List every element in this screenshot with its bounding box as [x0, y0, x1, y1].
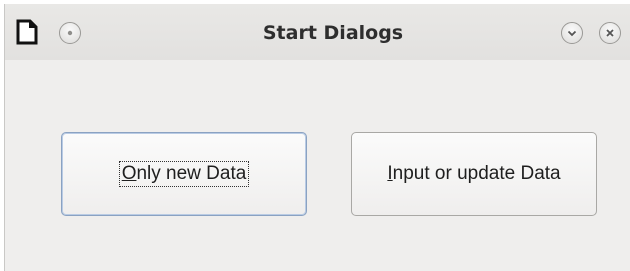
- only-new-data-label: Only new Data: [118, 161, 250, 187]
- input-or-update-data-button[interactable]: Input or update Data: [351, 132, 597, 216]
- window-title: Start Dialogs: [262, 22, 404, 44]
- dialog-content: Only new Data Input or update Data: [5, 60, 630, 271]
- titlebar[interactable]: Start Dialogs: [5, 4, 630, 60]
- only-new-data-mnemonic: O: [121, 163, 137, 184]
- only-new-data-text: nly new Data: [136, 163, 247, 184]
- minimize-button[interactable]: [561, 22, 583, 44]
- close-icon: [606, 29, 614, 37]
- only-new-data-button[interactable]: Only new Data: [61, 132, 307, 216]
- input-or-update-data-text: nput or update Data: [392, 163, 561, 184]
- chevron-down-icon: [567, 30, 577, 37]
- close-button[interactable]: [599, 22, 621, 44]
- dialog-window: Start Dialogs Only new Data Input or upd…: [4, 4, 630, 271]
- input-or-update-data-label: Input or update Data: [385, 162, 562, 186]
